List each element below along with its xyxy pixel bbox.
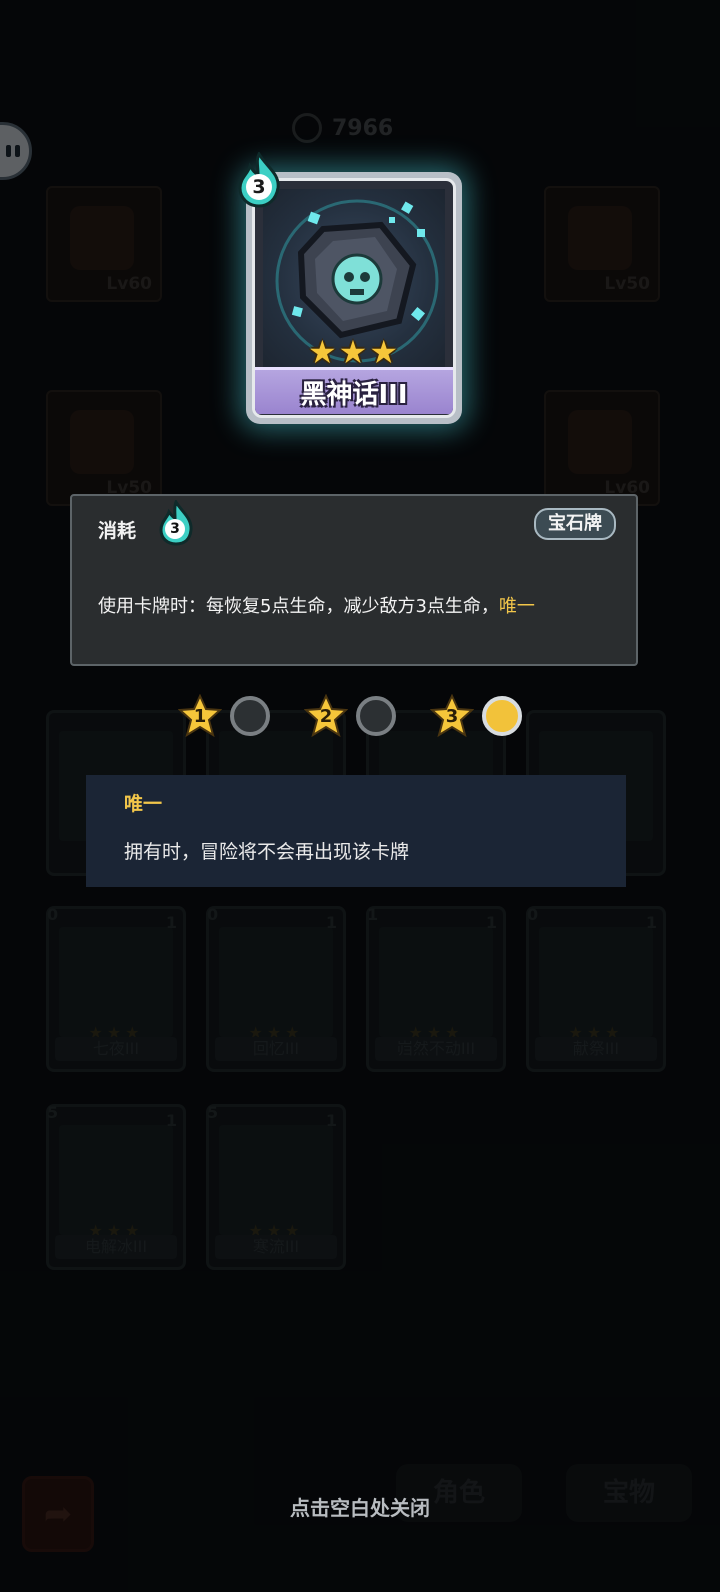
card-type-badge: 宝石牌 — [534, 508, 616, 540]
deck-card[interactable]: 0 1 ★★★ 七夜III — [46, 905, 186, 1072]
level-label: 3 — [445, 706, 459, 727]
card-effect-text: 使用卡牌时：每恢复5点生命，减少敌方3点生命， — [98, 596, 499, 617]
level-radio[interactable] — [230, 696, 270, 736]
card-cost: 1 — [367, 905, 379, 924]
tooltip-title: 唯一 — [124, 793, 163, 815]
level-2-option[interactable]: 2 — [304, 694, 404, 740]
weapon-icon — [568, 206, 632, 270]
deck-card[interactable]: 0 1 ★★★ 回忆III — [206, 905, 346, 1072]
gloves-icon — [70, 410, 134, 474]
deck-card[interactable]: 5 1 ★★★ 电解冰III — [46, 1103, 186, 1270]
card-name: 回忆III — [215, 1037, 337, 1061]
card-cost: 0 — [47, 905, 59, 924]
keyword-tooltip: 唯一 拥有时，冒险将不会再出现该卡牌 — [86, 775, 626, 887]
equipment-slot-gloves[interactable]: Lv50 — [46, 390, 162, 506]
helmet-icon — [70, 206, 134, 270]
armor-icon — [568, 410, 632, 474]
equipment-slot-armor[interactable]: Lv60 — [544, 390, 660, 506]
equipment-level: Lv60 — [106, 274, 152, 294]
deck-card[interactable]: 0 1 ★★★ 献祭III — [526, 905, 666, 1072]
close-hint[interactable]: 点击空白处关闭 — [0, 1492, 720, 1521]
card-name: 电解冰III — [55, 1235, 177, 1259]
card-name: 献祭III — [535, 1037, 657, 1061]
card-cost: 0 — [527, 905, 539, 924]
currency-amount: 7966 — [332, 115, 394, 141]
level-1-option[interactable]: 1 — [178, 694, 278, 740]
card-stars: ★★★ — [307, 333, 401, 371]
keyword-link[interactable]: 唯一 — [499, 596, 535, 617]
chat-icon — [6, 145, 11, 157]
featured-card: ★★★ 黑神话III — [246, 172, 462, 424]
card-cost: 5 — [47, 1103, 59, 1122]
card-name: 黑神话III — [255, 367, 453, 414]
currency-display: 7966 — [292, 110, 422, 146]
level-label: 2 — [319, 706, 333, 727]
card-count: 1 — [325, 1111, 337, 1130]
card-cost: 5 — [207, 1103, 219, 1122]
card-name: 寒流III — [215, 1235, 337, 1259]
card-count: 1 — [165, 1111, 177, 1130]
cost-label: 消耗 — [98, 520, 137, 542]
level-radio[interactable] — [356, 696, 396, 736]
level-3-option[interactable]: 3 — [430, 694, 530, 740]
chat-button[interactable] — [0, 122, 32, 180]
card-cost-badge: 3 — [236, 150, 282, 208]
level-radio-selected[interactable] — [482, 696, 522, 736]
card-count: 1 — [645, 913, 657, 932]
card-count: 1 — [325, 913, 337, 932]
card-name: 岿然不动III — [375, 1037, 497, 1061]
deck-card[interactable]: 5 1 ★★★ 寒流III — [206, 1103, 346, 1270]
equipment-slot-weapon[interactable]: Lv50 — [544, 186, 660, 302]
card-count: 1 — [165, 913, 177, 932]
energy-cost: 3 — [158, 498, 194, 546]
card-info-panel: 消耗 3 宝石牌 使用卡牌时：每恢复5点生命，减少敌方3点生命，唯一 — [70, 494, 638, 666]
card-cost: 0 — [207, 905, 219, 924]
coin-icon — [292, 113, 322, 143]
deck-card[interactable]: 1 1 ★★★ 岿然不动III — [366, 905, 506, 1072]
equipment-slot-helmet[interactable]: Lv60 — [46, 186, 162, 302]
card-count: 1 — [485, 913, 497, 932]
tooltip-description: 拥有时，冒险将不会再出现该卡牌 — [124, 841, 410, 863]
level-label: 1 — [193, 706, 207, 727]
card-cost: 3 — [246, 174, 272, 200]
equipment-level: Lv50 — [604, 274, 650, 294]
card-description: 使用卡牌时：每恢复5点生命，减少敌方3点生命，唯一 — [98, 592, 535, 618]
card-name: 七夜III — [55, 1037, 177, 1061]
energy-cost-value: 3 — [165, 519, 185, 539]
